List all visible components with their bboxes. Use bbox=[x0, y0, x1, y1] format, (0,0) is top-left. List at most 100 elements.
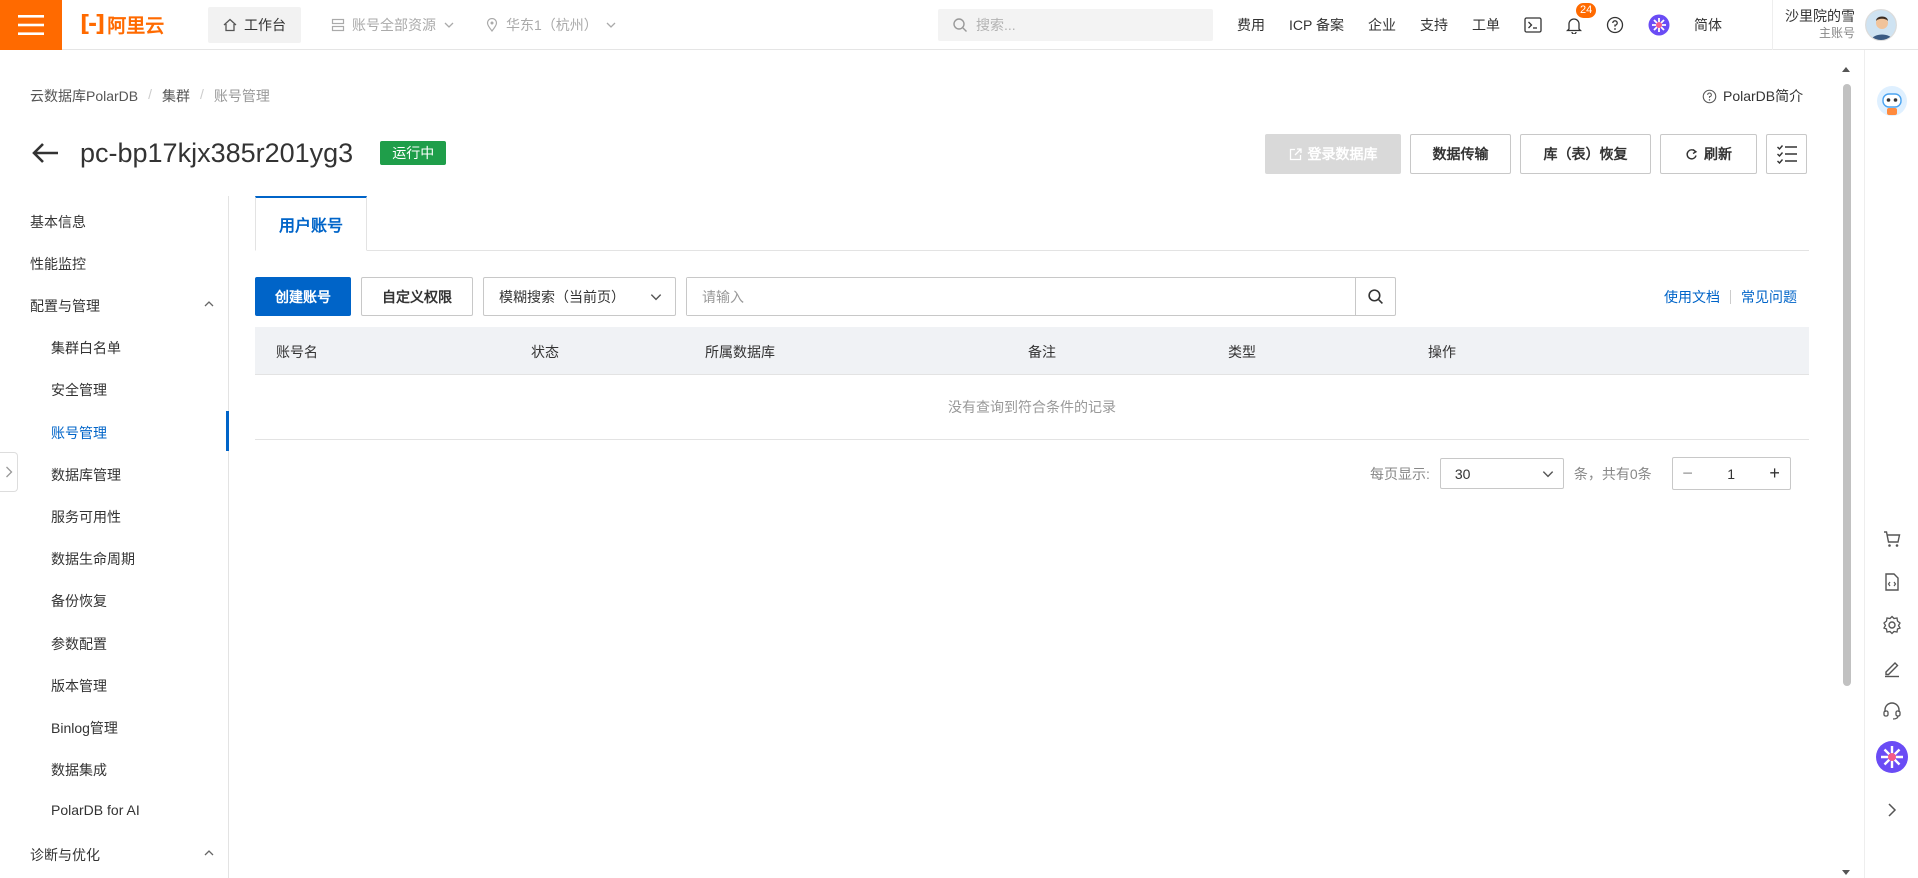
refresh-label: 刷新 bbox=[1704, 146, 1732, 162]
document-code-icon[interactable] bbox=[1880, 570, 1904, 594]
column-settings-button[interactable] bbox=[1766, 134, 1807, 174]
account-search-input[interactable] bbox=[687, 278, 1355, 315]
sidebar-item-basic-info[interactable]: 基本信息 bbox=[30, 212, 86, 232]
aliyun-logo[interactable]: [-] 阿里云 bbox=[80, 11, 188, 38]
sidebar-item-binlog[interactable]: Binlog管理 bbox=[51, 718, 118, 738]
column-header-database: 所属数据库 bbox=[705, 344, 775, 360]
checklist-icon bbox=[1776, 145, 1797, 164]
total-count-text: 条，共有0条 bbox=[1573, 465, 1652, 482]
sidebar-item-monitoring[interactable]: 性能监控 bbox=[30, 254, 86, 274]
login-database-button[interactable]: 登录数据库 bbox=[1265, 134, 1401, 174]
global-search-input[interactable]: 搜索... bbox=[938, 9, 1213, 41]
data-transfer-button[interactable]: 数据传输 bbox=[1410, 134, 1511, 174]
breadcrumb-cluster[interactable]: 集群 bbox=[162, 86, 190, 106]
create-account-button[interactable]: 创建账号 bbox=[255, 277, 351, 316]
column-header-account-name: 账号名 bbox=[276, 344, 318, 360]
bell-icon[interactable]: 24 bbox=[1565, 3, 1597, 34]
ai-assistant-icon[interactable] bbox=[1648, 14, 1670, 36]
top-link-billing[interactable]: 费用 bbox=[1237, 15, 1265, 35]
terminal-icon[interactable] bbox=[1524, 17, 1542, 33]
sidebar-item-backup[interactable]: 备份恢复 bbox=[51, 591, 107, 611]
pagination: 每页显示: 30 条，共有0条 − 1 + bbox=[1370, 457, 1791, 490]
robot-assistant-icon[interactable] bbox=[1875, 84, 1909, 118]
breadcrumb-separator: / bbox=[200, 86, 204, 102]
edit-icon[interactable] bbox=[1880, 656, 1904, 680]
gear-icon[interactable] bbox=[1880, 613, 1904, 637]
usage-doc-link[interactable]: 使用文档 bbox=[1664, 287, 1720, 307]
home-icon bbox=[223, 18, 237, 31]
faq-link[interactable]: 常见问题 bbox=[1741, 287, 1797, 307]
sidebar-group-diagnose[interactable]: 诊断与优化 bbox=[30, 845, 100, 865]
refresh-button[interactable]: 刷新 bbox=[1660, 134, 1757, 174]
sidebar-toggle[interactable] bbox=[0, 452, 18, 492]
table-header: 账号名 状态 所属数据库 备注 类型 操作 bbox=[255, 327, 1809, 375]
resource-scope-dropdown[interactable]: 账号全部资源 bbox=[331, 15, 455, 35]
search-mode-value: 模糊搜索（当前页） bbox=[499, 288, 625, 305]
breadcrumb-polardb[interactable]: 云数据库PolarDB bbox=[30, 86, 138, 106]
column-header-remark: 备注 bbox=[1028, 344, 1056, 360]
breadcrumb-current: 账号管理 bbox=[213, 88, 270, 104]
sidebar-item-databases[interactable]: 数据库管理 bbox=[51, 465, 121, 485]
chevron-up-icon[interactable] bbox=[203, 297, 215, 313]
polardb-intro-label: PolarDB简介 bbox=[1723, 88, 1804, 104]
account-search-field bbox=[686, 277, 1396, 316]
sidebar-item-security[interactable]: 安全管理 bbox=[51, 380, 107, 400]
sidebar-item-version[interactable]: 版本管理 bbox=[51, 676, 107, 696]
table-empty-state: 没有查询到符合条件的记录 bbox=[255, 375, 1809, 440]
column-header-actions: 操作 bbox=[1428, 344, 1456, 360]
user-text: 沙里院的雪 主账号 bbox=[1785, 8, 1855, 42]
language-switch[interactable]: 简体 bbox=[1694, 15, 1722, 35]
sidebar-item-lifecycle[interactable]: 数据生命周期 bbox=[51, 549, 135, 569]
chevron-down-icon bbox=[1542, 470, 1554, 477]
top-link-icp[interactable]: ICP 备案 bbox=[1289, 15, 1344, 35]
workbench-button[interactable]: 工作台 bbox=[208, 6, 301, 43]
restore-label: 库（表）恢复 bbox=[1543, 146, 1628, 162]
sidebar-item-availability[interactable]: 服务可用性 bbox=[51, 507, 121, 527]
top-link-support[interactable]: 支持 bbox=[1420, 15, 1448, 35]
search-mode-select[interactable]: 模糊搜索（当前页） bbox=[483, 277, 676, 316]
restore-button[interactable]: 库（表）恢复 bbox=[1520, 134, 1651, 174]
chevron-right-icon[interactable] bbox=[1880, 798, 1904, 822]
sidebar-item-integration[interactable]: 数据集成 bbox=[51, 760, 107, 780]
sidebar-item-accounts[interactable]: 账号管理 bbox=[51, 423, 107, 443]
top-link-enterprise[interactable]: 企业 bbox=[1368, 15, 1396, 35]
polardb-intro-link[interactable]: PolarDB简介 bbox=[1702, 86, 1803, 106]
user-menu[interactable]: 沙里院的雪 主账号 bbox=[1772, 0, 1897, 50]
custom-permission-button[interactable]: 自定义权限 bbox=[361, 277, 473, 316]
location-icon bbox=[486, 17, 498, 32]
back-arrow-icon[interactable] bbox=[30, 137, 62, 169]
chevron-up-icon[interactable] bbox=[203, 846, 215, 862]
tab-user-accounts[interactable]: 用户账号 bbox=[255, 196, 367, 251]
help-circle-icon bbox=[1702, 89, 1717, 103]
current-page-value[interactable]: 1 bbox=[1703, 466, 1760, 482]
top-link-ticket[interactable]: 工单 bbox=[1472, 15, 1500, 35]
sidebar-item-whitelist[interactable]: 集群白名单 bbox=[51, 338, 121, 358]
menu-icon[interactable] bbox=[0, 0, 62, 50]
region-dropdown[interactable]: 华东1（杭州） bbox=[485, 15, 617, 35]
title-row: pc-bp17kjx385r201yg3 运行中 bbox=[30, 134, 447, 172]
cart-icon[interactable] bbox=[1880, 527, 1904, 551]
page-size-select[interactable]: 30 bbox=[1439, 458, 1564, 489]
page-title: pc-bp17kjx385r201yg3 bbox=[80, 137, 354, 168]
ai-assistant-icon[interactable] bbox=[1875, 740, 1909, 774]
header-actions: 登录数据库 数据传输 库（表）恢复 刷新 bbox=[1265, 134, 1807, 174]
page-size-value: 30 bbox=[1454, 465, 1471, 482]
user-name: 沙里院的雪 bbox=[1785, 8, 1855, 24]
avatar bbox=[1865, 9, 1897, 41]
sidebar-item-parameters[interactable]: 参数配置 bbox=[51, 634, 107, 654]
search-button[interactable] bbox=[1355, 278, 1395, 315]
search-icon bbox=[953, 18, 967, 32]
scrollbar-thumb[interactable] bbox=[1843, 84, 1851, 686]
top-links: 费用 ICP 备案 企业 支持 工单 24 简体 bbox=[1237, 0, 1746, 50]
user-role: 主账号 bbox=[1818, 26, 1855, 40]
headset-icon[interactable] bbox=[1880, 699, 1904, 723]
help-circle-icon[interactable] bbox=[1606, 16, 1624, 34]
prev-page-button[interactable]: − bbox=[1673, 458, 1703, 489]
next-page-button[interactable]: + bbox=[1760, 458, 1790, 489]
tab-bar: 用户账号 bbox=[255, 196, 1809, 251]
region-label: 华东1（杭州） bbox=[506, 16, 598, 33]
sidebar-item-polardb-ai[interactable]: PolarDB for AI bbox=[51, 802, 140, 818]
login-database-label: 登录数据库 bbox=[1307, 146, 1378, 162]
sidebar-group-config[interactable]: 配置与管理 bbox=[30, 296, 100, 316]
column-header-type: 类型 bbox=[1228, 344, 1256, 360]
